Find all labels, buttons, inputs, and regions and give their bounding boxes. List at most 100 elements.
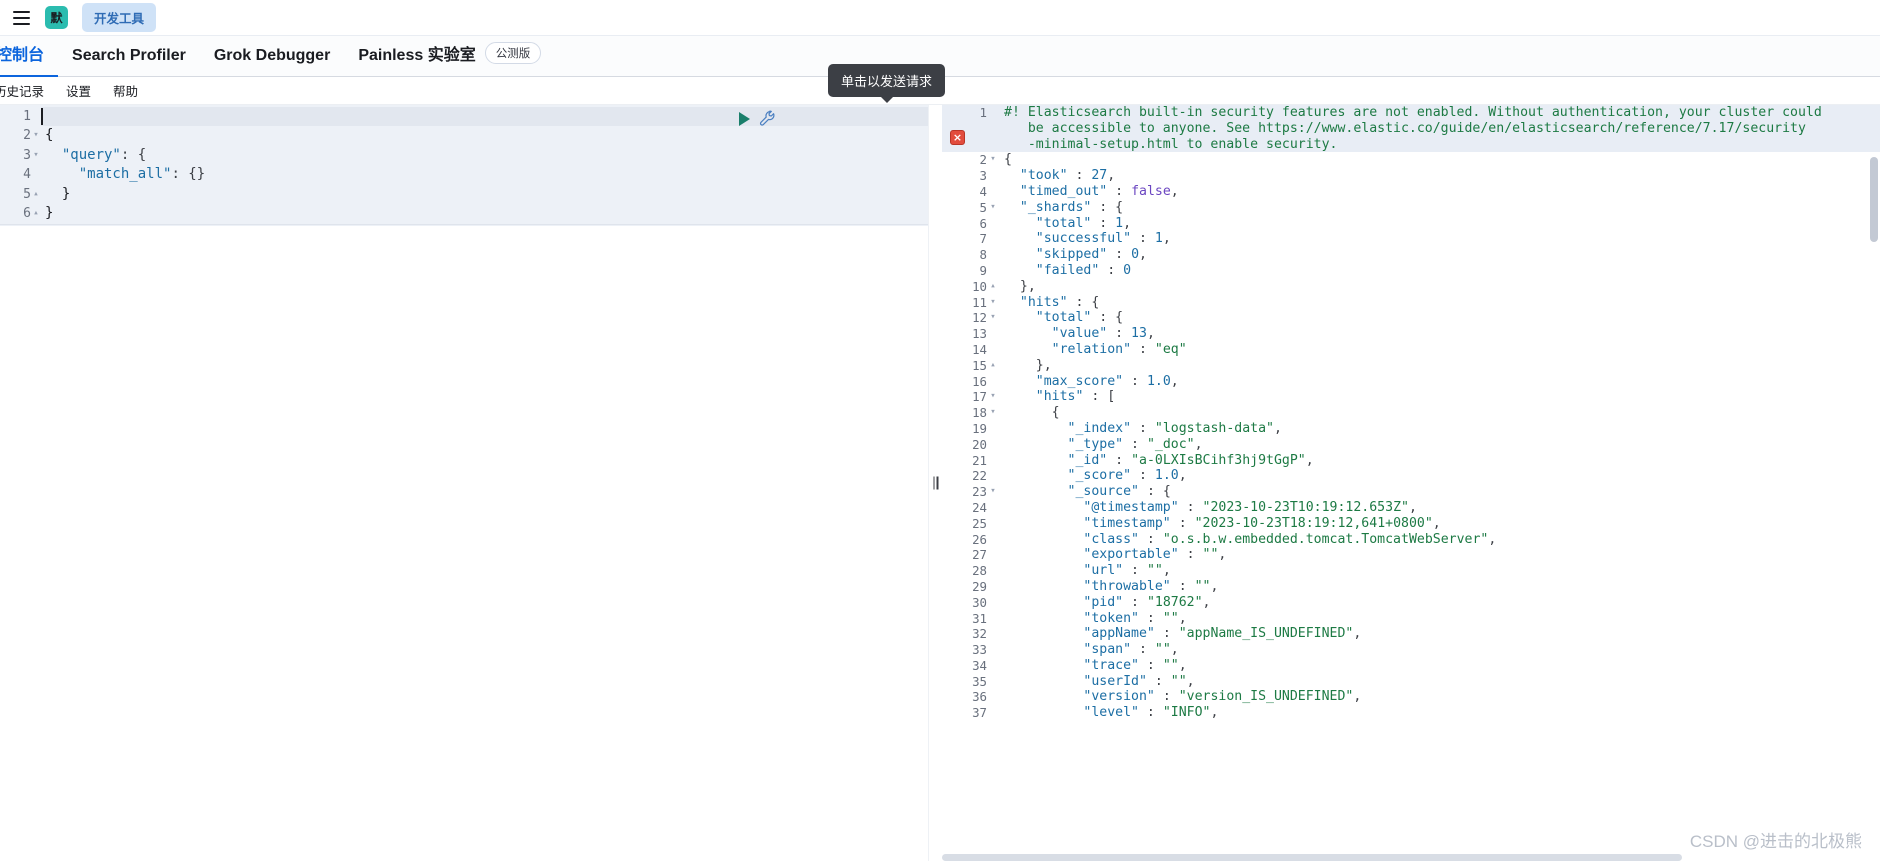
fold-toggle-icon [987, 121, 999, 137]
fold-toggle-icon[interactable]: ▾ [987, 484, 999, 500]
line-text: }, [1004, 278, 1036, 294]
app-chip-dev-tools[interactable]: 开发工具 [82, 3, 157, 32]
line-text: "_source" : { [1067, 484, 1171, 500]
line-number: 7 [979, 231, 987, 247]
line-number: 3 [23, 147, 31, 163]
space-avatar[interactable]: 默 [45, 6, 68, 29]
line-text: "trace" : "", [1083, 657, 1187, 673]
fold-toggle-icon[interactable]: ▾ [987, 389, 999, 405]
tab-4[interactable]: Painless 实验室 公测版 [344, 41, 555, 76]
response-line: 10 ▴ }, [942, 279, 1880, 295]
response-horizontal-scrollbar[interactable] [942, 854, 1682, 861]
line-number: 1 [979, 105, 987, 120]
line-number: 37 [972, 705, 987, 721]
response-line: 35 "userId" : "", [942, 674, 1880, 690]
response-line: 24 "@timestamp" : "2023-10-23T10:19:12.6… [942, 500, 1880, 516]
tab-3[interactable]: Grok Debugger [200, 47, 344, 76]
pane-splitter[interactable] [928, 105, 942, 861]
response-line: 2 ▾ { [942, 152, 1880, 168]
error-marker-icon[interactable]: × [950, 130, 965, 145]
response-line: 32 "appName" : "appName_IS_UNDEFINED", [942, 626, 1880, 642]
line-number: 11 [972, 294, 987, 310]
response-line-list: 1 #! Elasticsearch built-in security feat… [942, 105, 1880, 721]
line-text: "hits" : { [1019, 294, 1100, 310]
fold-toggle-icon [987, 658, 999, 674]
text-caret [41, 108, 43, 125]
wrench-icon[interactable] [759, 110, 776, 127]
line-number: 23 [972, 484, 987, 500]
splitter-grip-icon[interactable] [933, 476, 938, 490]
line-text: -minimal-setup.html to enable security. [1004, 136, 1338, 152]
response-scrollbar[interactable] [1870, 157, 1878, 242]
response-line: 18 ▾ { [942, 405, 1880, 421]
response-viewer-pane[interactable]: 200 - OK 76 ms × 1#! Elasticsearch built… [942, 105, 1880, 861]
tab-2[interactable]: Search Profiler [58, 47, 200, 76]
fold-toggle-icon [987, 516, 999, 532]
line-number: 33 [972, 642, 987, 658]
fold-toggle-icon [987, 231, 999, 247]
fold-toggle-icon[interactable]: ▾ [987, 310, 999, 326]
hamburger-menu-icon[interactable] [8, 5, 34, 31]
request-editor-pane[interactable]: 1GET logstash-data/_search2▾{3▾ "query":… [0, 105, 928, 861]
sub-menu-item-3[interactable]: 帮助 [113, 81, 138, 100]
fold-toggle-icon[interactable]: ▾ [31, 146, 41, 165]
response-line: 1 #! Elasticsearch built-in security feat… [942, 105, 1880, 121]
fold-toggle-icon [987, 674, 999, 690]
response-line: 26 "class" : "o.s.b.w.embedded.tomcat.To… [942, 532, 1880, 548]
line-number: 3 [979, 168, 987, 184]
fold-toggle-icon [987, 547, 999, 563]
response-line: 19 "_index" : "logstash-data", [942, 421, 1880, 437]
play-icon[interactable] [739, 111, 750, 126]
fold-toggle-icon [987, 137, 999, 153]
fold-toggle-icon[interactable]: ▴ [31, 204, 41, 223]
fold-toggle-icon[interactable]: ▾ [987, 405, 999, 421]
line-number: 22 [972, 468, 987, 484]
line-text: "_shards" : { [1019, 199, 1124, 215]
line-text: #! Elasticsearch built-in security featu… [1004, 105, 1822, 120]
fold-toggle-icon [987, 421, 999, 437]
line-text: "relation" : "eq" [1051, 341, 1187, 357]
fold-toggle-icon[interactable]: ▴ [987, 279, 999, 295]
request-code-block[interactable]: 1GET logstash-data/_search2▾{3▾ "query":… [0, 105, 928, 227]
response-line: 36 "version" : "version_IS_UNDEFINED", [942, 689, 1880, 705]
line-text: "query": { [61, 146, 147, 163]
line-text: "appName" : "appName_IS_UNDEFINED", [1083, 626, 1362, 642]
line-text: "_index" : "logstash-data", [1067, 420, 1282, 436]
line-text: } [45, 185, 71, 202]
fold-toggle-icon [987, 595, 999, 611]
sub-menu-item-2[interactable]: 设置 [66, 81, 91, 100]
response-line: 8 "skipped" : 0, [942, 247, 1880, 263]
line-number: 24 [972, 499, 987, 515]
line-text: "value" : 13, [1051, 326, 1155, 342]
sub-menu-item-1[interactable]: 历史记录 [0, 81, 44, 100]
line-number: 19 [972, 420, 987, 436]
line-text: "level" : "INFO", [1083, 705, 1219, 721]
line-text: "max_score" : 1.0, [1035, 373, 1179, 389]
line-text: "timestamp" : "2023-10-23T18:19:12,641+0… [1083, 515, 1441, 531]
fold-toggle-icon [31, 165, 41, 184]
fold-toggle-icon[interactable]: ▴ [31, 185, 41, 204]
top-chrome-bar: 默 开发工具 [0, 0, 1880, 36]
line-number: 36 [972, 689, 987, 705]
fold-toggle-icon[interactable]: ▴ [987, 358, 999, 374]
response-line: 22 "_score" : 1.0, [942, 468, 1880, 484]
line-text: be accessible to anyone. See https://www… [1004, 120, 1806, 136]
tab-label: 控制台 [0, 47, 45, 64]
editor-scrollbar[interactable] [914, 105, 928, 861]
fold-toggle-icon[interactable]: ▾ [31, 126, 41, 145]
response-line: 4 "timed_out" : false, [942, 184, 1880, 200]
fold-toggle-icon[interactable]: ▾ [987, 295, 999, 311]
fold-toggle-icon [987, 563, 999, 579]
line-number: 31 [972, 610, 987, 626]
line-number: 8 [979, 247, 987, 263]
fold-toggle-icon[interactable]: ▾ [987, 200, 999, 216]
tab-1[interactable]: 控制台 [0, 41, 59, 77]
fold-toggle-icon[interactable]: ▾ [987, 152, 999, 168]
editor-line: 3 ▾ "query": { [0, 146, 928, 165]
editor-line: 5 ▴ } [0, 185, 928, 204]
fold-toggle-icon [987, 216, 999, 232]
active-line-highlight [41, 107, 928, 127]
response-line: 5 ▾ "_shards" : { [942, 200, 1880, 216]
editor-line: 6 ▴} [0, 204, 928, 223]
line-number: 1 [23, 109, 31, 124]
